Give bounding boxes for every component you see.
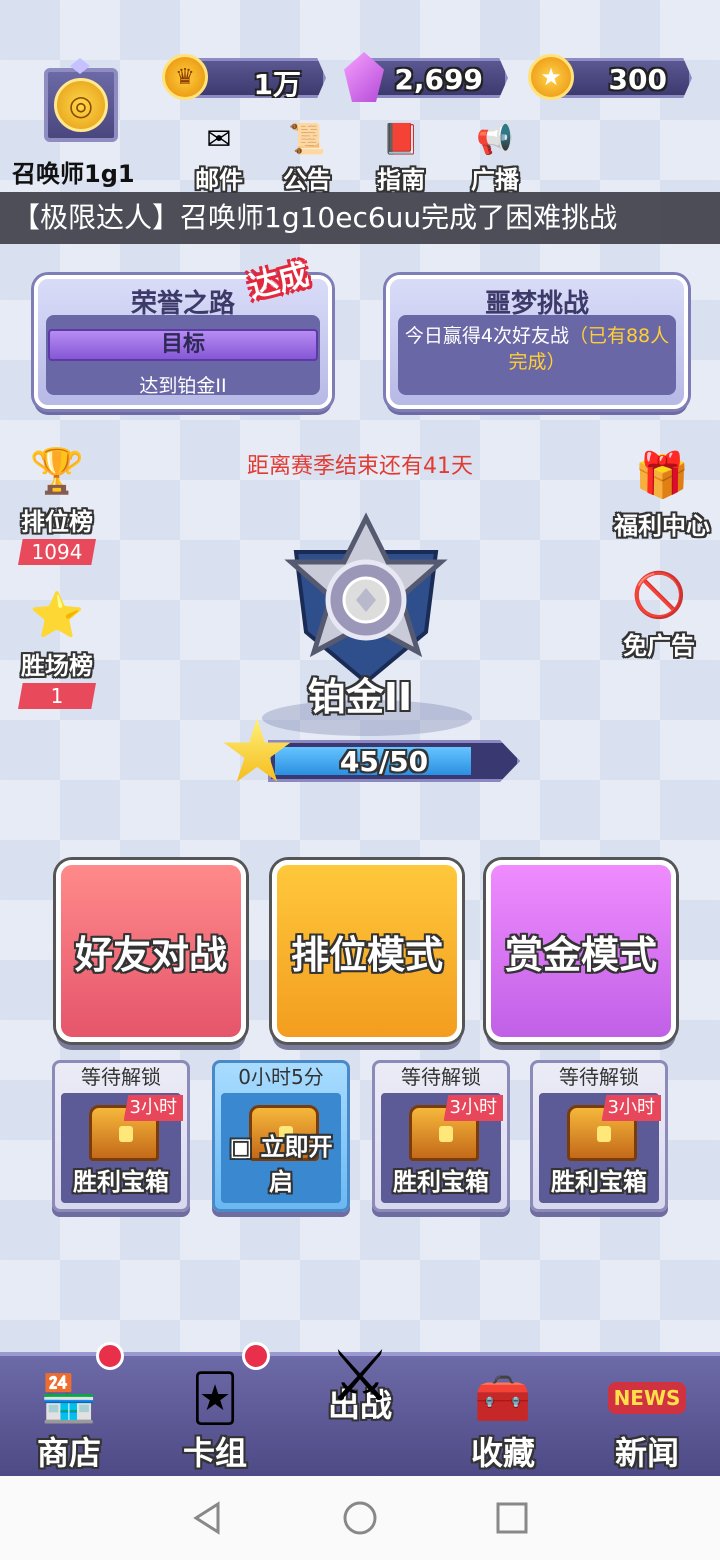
nav-news-label: 新闻 <box>614 1434 679 1472</box>
broadcast-label: 广播 <box>471 166 519 194</box>
rank-leaderboard-label: 排位榜 <box>21 508 93 536</box>
book-icon: 📕 <box>382 121 420 157</box>
broadcast-button[interactable]: 📢 广播 <box>460 118 530 195</box>
rank-name: 铂金II <box>307 675 413 719</box>
chest-body: ▣ 立即开启 <box>221 1093 341 1203</box>
chest-status: 等待解锁 <box>81 1065 161 1089</box>
open-now-button[interactable]: ▣ 立即开启 <box>221 1127 341 1197</box>
nav-shop[interactable]: 🏪 商店 <box>14 1342 124 1474</box>
chest-label: 胜利宝箱 <box>73 1168 169 1196</box>
welfare-center-label: 福利中心 <box>614 512 710 540</box>
chest-timer: 3小时 <box>443 1095 503 1121</box>
friend-battle-label: 好友对战 <box>74 932 227 977</box>
system-nav-bar <box>0 1476 720 1560</box>
lock-icon <box>119 1126 133 1142</box>
notice-button[interactable]: 📜 公告 <box>272 118 342 195</box>
lock-icon <box>439 1126 453 1142</box>
crossed-swords-icon[interactable]: ⚔ <box>300 1328 420 1424</box>
player-avatar[interactable]: ◎ <box>44 68 118 142</box>
ranked-mode-label: 排位模式 <box>290 932 443 977</box>
mail-icon: ✉ <box>206 121 232 157</box>
chest-body: 3小时 胜利宝箱 <box>381 1093 503 1203</box>
notification-dot <box>96 1342 124 1370</box>
ranked-mode-button[interactable]: 排位模式 <box>272 860 462 1042</box>
guide-button[interactable]: 📕 指南 <box>366 118 436 195</box>
star-coin-icon: ★ <box>528 54 574 100</box>
nav-shop-label: 商店 <box>36 1434 101 1472</box>
star-trophy-icon: ⭐ <box>29 590 85 641</box>
news-icon-text: NEWS <box>607 1382 687 1414</box>
chest-label: 胜利宝箱 <box>551 1168 647 1196</box>
chest-slot-2[interactable]: 0小时5分 ▣ 立即开启 <box>212 1060 350 1212</box>
cards-icon: 🃏 <box>191 1371 239 1425</box>
rank-progress-text: 45/50 <box>339 745 429 778</box>
rank-leaderboard-count: 1094 <box>18 539 96 565</box>
nav-deck[interactable]: 🃏 卡组 <box>160 1342 270 1474</box>
chest-status: 等待解锁 <box>559 1065 639 1089</box>
guide-label: 指南 <box>377 166 425 194</box>
mail-label: 邮件 <box>195 166 243 194</box>
nightmare-desc-text: 今日赢得4次好友战 <box>404 325 569 347</box>
chest-timer: 3小时 <box>601 1095 661 1121</box>
avatar-emblem-icon: ◎ <box>54 78 108 132</box>
megaphone-icon: 📢 <box>476 121 514 157</box>
chest-countdown: 0小时5分 <box>238 1065 324 1089</box>
chest-slot-1[interactable]: 等待解锁 3小时 胜利宝箱 <box>52 1060 190 1212</box>
nav-deck-label: 卡组 <box>182 1434 247 1472</box>
nightmare-challenge-panel[interactable]: 噩梦挑战 今日赢得4次好友战（已有88人完成） <box>386 275 688 409</box>
scroll-icon: 📜 <box>288 121 326 157</box>
shop-icon: 🏪 <box>40 1370 98 1425</box>
welfare-center-button[interactable]: 🎁 福利中心 <box>612 444 712 541</box>
chest-slot-3[interactable]: 等待解锁 3小时 胜利宝箱 <box>372 1060 510 1212</box>
chest-body: 3小时 胜利宝箱 <box>539 1093 661 1203</box>
gem-value: 2,699 <box>394 63 483 96</box>
chest-timer: 3小时 <box>123 1095 183 1121</box>
chest-body: 3小时 胜利宝箱 <box>61 1093 183 1203</box>
broadcast-ticker: 【极限达人】召唤师1g10ec6uu完成了困难挑战 <box>0 192 720 244</box>
gift-box-icon: 🎁 <box>634 450 690 501</box>
bounty-mode-button[interactable]: 赏金模式 <box>486 860 676 1042</box>
gold-value: 1万 <box>253 68 301 101</box>
chest-status: 等待解锁 <box>401 1065 481 1089</box>
no-ads-icon: 🚫 <box>631 570 687 621</box>
gem-counter[interactable]: 2,699 <box>362 58 508 98</box>
badge-value: 300 <box>608 63 667 96</box>
no-ads-label: 免广告 <box>623 632 695 660</box>
player-name: 召唤师1g1 <box>12 160 135 188</box>
platinum-rank-icon <box>284 512 448 685</box>
nav-collection[interactable]: 🧰 收藏 <box>448 1362 558 1474</box>
notice-label: 公告 <box>283 166 331 194</box>
video-icon: ▣ <box>229 1133 261 1161</box>
back-icon[interactable] <box>188 1498 228 1538</box>
goal-text: 达到铂金II <box>139 375 227 397</box>
rank-progress-bar: 45/50 <box>268 740 520 782</box>
recents-icon[interactable] <box>492 1498 532 1538</box>
chest-label: 胜利宝箱 <box>393 1168 489 1196</box>
chest-icon: 🧰 <box>474 1370 532 1425</box>
bounty-mode-label: 赏金模式 <box>504 932 657 977</box>
no-ads-button[interactable]: 🚫 免广告 <box>614 564 704 661</box>
goal-bar: 目标 <box>48 329 318 361</box>
rank-leaderboard-button[interactable]: 🏆 排位榜 1094 <box>12 440 102 565</box>
nav-news[interactable]: NEWS 新闻 <box>592 1362 702 1474</box>
news-tv-icon: NEWS <box>605 1362 689 1434</box>
lock-icon <box>597 1126 611 1142</box>
chest-slot-4[interactable]: 等待解锁 3小时 胜利宝箱 <box>530 1060 668 1212</box>
nav-collection-label: 收藏 <box>470 1434 535 1472</box>
trophy-icon: 🏆 <box>29 446 85 497</box>
crown-coin-icon: ♛ <box>162 54 208 100</box>
friend-battle-button[interactable]: 好友对战 <box>56 860 246 1042</box>
nightmare-desc: 今日赢得4次好友战（已有88人完成） <box>398 323 676 375</box>
home-icon[interactable] <box>340 1498 380 1538</box>
open-now-label: 立即开启 <box>260 1133 333 1196</box>
notification-dot <box>242 1342 270 1370</box>
mail-button[interactable]: ✉ 邮件 <box>184 118 254 195</box>
